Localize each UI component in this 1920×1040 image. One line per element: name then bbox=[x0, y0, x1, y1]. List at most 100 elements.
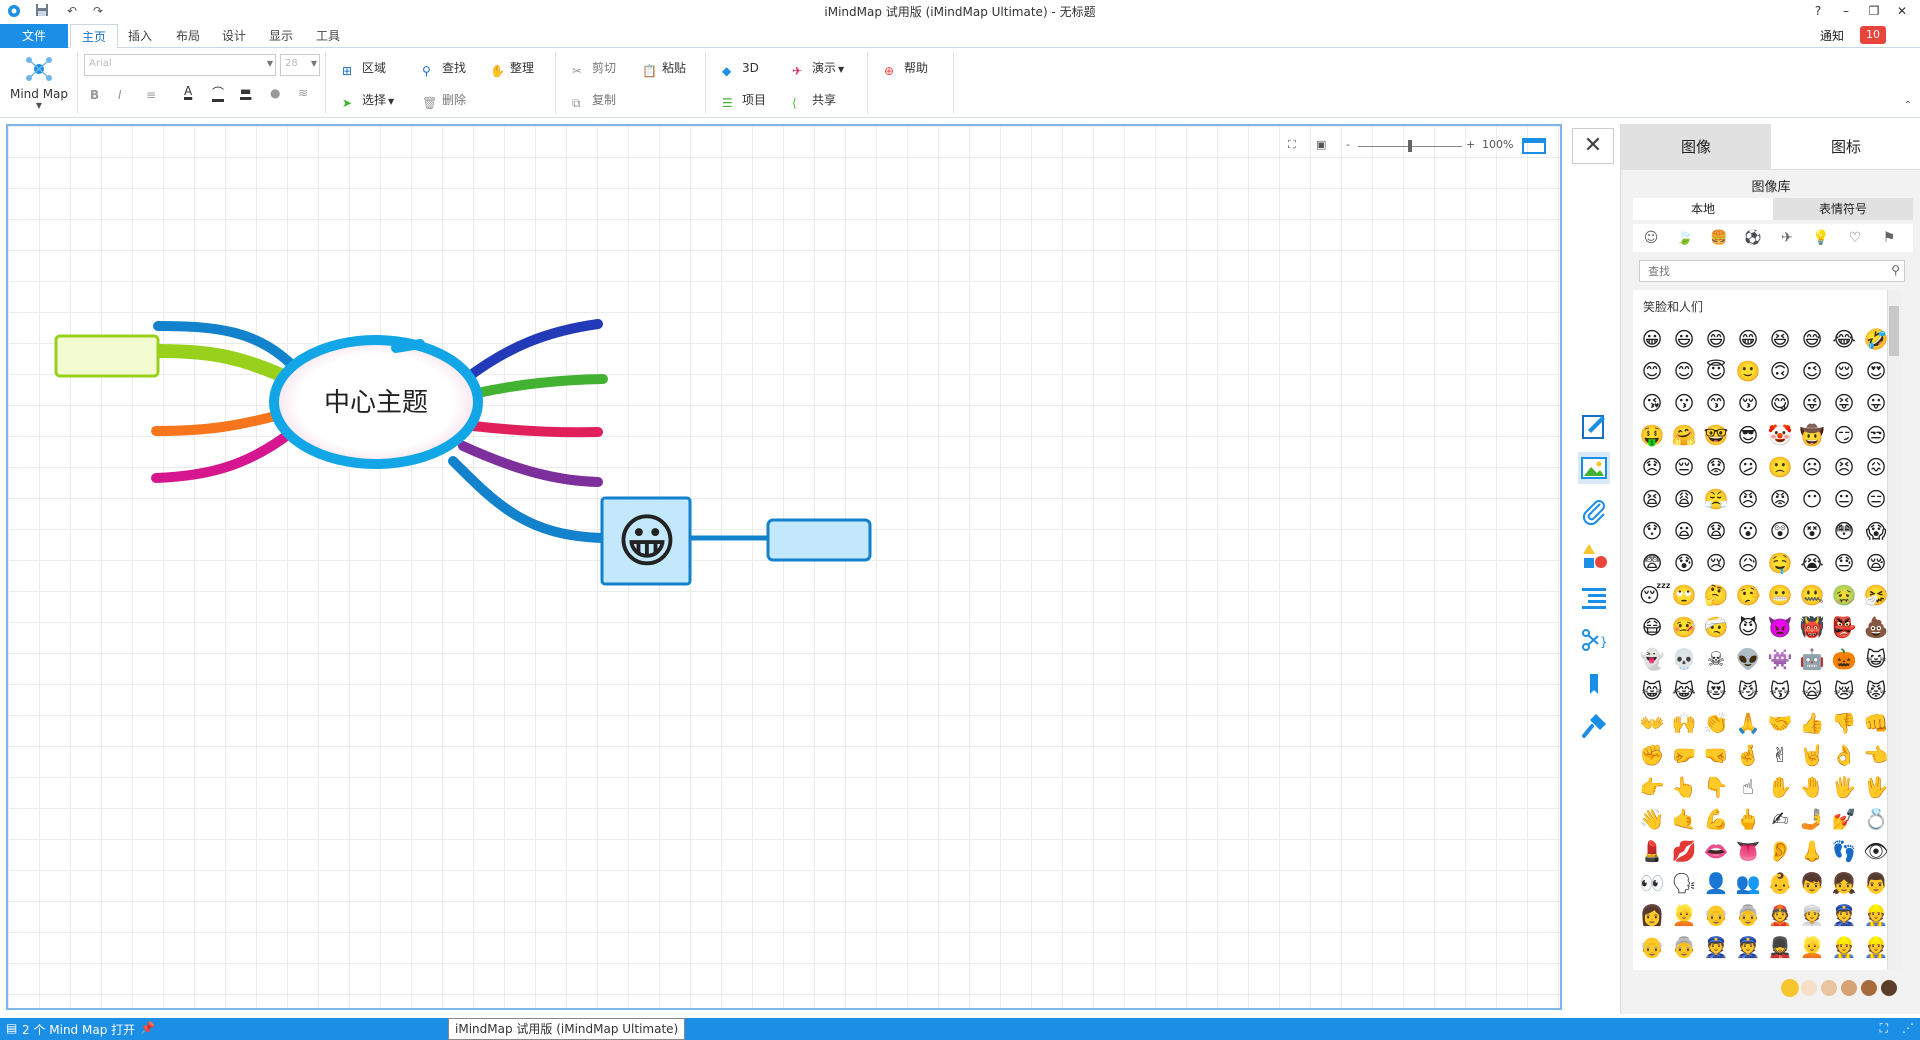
emoji-item[interactable]: 💋 bbox=[1671, 838, 1697, 864]
emoji-item[interactable]: 👺 bbox=[1831, 614, 1857, 640]
emoji-item[interactable]: 👴 bbox=[1639, 934, 1665, 960]
branch-color-icon[interactable]: ⌒ bbox=[212, 84, 224, 101]
search-icon[interactable]: ⚲ bbox=[1891, 263, 1900, 277]
emoji-item[interactable]: 😜 bbox=[1799, 390, 1825, 416]
emoji-item[interactable]: 🖕 bbox=[1735, 806, 1761, 832]
emoji-item[interactable]: 😥 bbox=[1735, 550, 1761, 576]
emoji-item[interactable]: 🤛 bbox=[1671, 742, 1697, 768]
emoji-item[interactable]: 🤙 bbox=[1671, 806, 1697, 832]
emoji-item[interactable]: 🤢 bbox=[1831, 582, 1857, 608]
help-button[interactable]: ? bbox=[1808, 2, 1828, 20]
emoji-item[interactable]: 👉 bbox=[1639, 774, 1665, 800]
format-painter-icon[interactable] bbox=[1578, 710, 1610, 742]
emoji-item[interactable]: 😟 bbox=[1703, 454, 1729, 480]
emoji-item[interactable]: 👏 bbox=[1703, 710, 1729, 736]
emoji-item[interactable]: 👱 bbox=[1671, 902, 1697, 928]
emoji-item[interactable]: 😧 bbox=[1703, 518, 1729, 544]
emoji-item[interactable]: 🤑 bbox=[1639, 422, 1665, 448]
clear-format-icon[interactable]: ≋ bbox=[298, 86, 308, 100]
emoji-item[interactable]: 🤘 bbox=[1799, 742, 1825, 768]
emoji-item[interactable]: ✊ bbox=[1639, 742, 1665, 768]
copy-button[interactable]: ⧉ 复制 bbox=[572, 90, 616, 110]
emoji-item[interactable]: 😯 bbox=[1639, 518, 1665, 544]
emoji-item[interactable]: ☝ bbox=[1735, 774, 1761, 800]
emoji-item[interactable]: 😤 bbox=[1703, 486, 1729, 512]
emoji-item[interactable]: 💪 bbox=[1703, 806, 1729, 832]
emoji-item[interactable]: 😼 bbox=[1735, 678, 1761, 704]
select-button[interactable]: ➤ 选择 ▼ bbox=[342, 90, 394, 110]
tab-view[interactable]: 显示 bbox=[261, 24, 301, 48]
emoji-item[interactable]: 😬 bbox=[1767, 582, 1793, 608]
emoji-item[interactable]: 😶 bbox=[1799, 486, 1825, 512]
emoji-item[interactable]: 👥 bbox=[1735, 870, 1761, 896]
shape-icon[interactable]: ● bbox=[270, 86, 280, 100]
category-symbols-icon[interactable]: ♡ bbox=[1845, 228, 1865, 248]
help-ribbon-button[interactable]: ⊕ 帮助 bbox=[884, 58, 928, 78]
emoji-item[interactable]: 😇 bbox=[1703, 358, 1729, 384]
emoji-item[interactable]: 😔 bbox=[1671, 454, 1697, 480]
tab-image[interactable]: 图像 bbox=[1621, 124, 1771, 170]
emoji-item[interactable]: 👈 bbox=[1863, 742, 1889, 768]
emoji-item[interactable]: 👽 bbox=[1735, 646, 1761, 672]
emoji-item[interactable]: 👣 bbox=[1831, 838, 1857, 864]
emoji-item[interactable]: 😈 bbox=[1735, 614, 1761, 640]
outline-icon[interactable] bbox=[1578, 582, 1610, 614]
emoji-item[interactable]: 😮 bbox=[1735, 518, 1761, 544]
emoji-item[interactable]: 😙 bbox=[1703, 390, 1729, 416]
emoji-item[interactable]: 👧 bbox=[1831, 870, 1857, 896]
emoji-item[interactable]: 😖 bbox=[1863, 454, 1889, 480]
emoji-item[interactable]: 😝 bbox=[1831, 390, 1857, 416]
edit-notes-icon[interactable] bbox=[1578, 410, 1610, 442]
skin-tone-swatch[interactable] bbox=[1841, 980, 1857, 996]
emoji-item[interactable]: 👱 bbox=[1799, 934, 1825, 960]
emoji-item[interactable]: 😊 bbox=[1639, 358, 1665, 384]
emoji-item[interactable]: 😂 bbox=[1831, 326, 1857, 352]
emoji-item[interactable]: 😰 bbox=[1671, 550, 1697, 576]
emoji-item[interactable]: 😨 bbox=[1639, 550, 1665, 576]
emoji-item[interactable]: 😴 bbox=[1639, 582, 1671, 608]
scissors-brace-icon[interactable]: } bbox=[1578, 624, 1610, 656]
organize-button[interactable]: ✋ 整理 bbox=[490, 58, 534, 78]
emoji-item[interactable]: 😚 bbox=[1735, 390, 1761, 416]
italic-icon[interactable]: I bbox=[118, 88, 122, 102]
emoji-item[interactable]: 😎 bbox=[1735, 422, 1761, 448]
project-button[interactable]: ☰ 项目 bbox=[722, 90, 766, 110]
emoji-item[interactable]: 😃 bbox=[1671, 326, 1697, 352]
emoji-item[interactable]: 😀 bbox=[1639, 326, 1665, 352]
emoji-item[interactable]: 💂 bbox=[1767, 934, 1793, 960]
emoji-item[interactable]: 🤤 bbox=[1767, 550, 1793, 576]
tab-insert[interactable]: 插入 bbox=[120, 24, 160, 48]
emoji-item[interactable]: 🤞 bbox=[1735, 742, 1761, 768]
emoji-item[interactable]: 😩 bbox=[1671, 486, 1697, 512]
emoji-item[interactable]: 😷 bbox=[1639, 614, 1665, 640]
emoji-item[interactable]: 😋 bbox=[1767, 390, 1793, 416]
branch-right-blue[interactable] bbox=[458, 319, 603, 386]
emoji-item[interactable]: 👃 bbox=[1799, 838, 1825, 864]
emoji-item[interactable]: 😉 bbox=[1799, 358, 1825, 384]
emoji-item[interactable]: 💀 bbox=[1671, 646, 1697, 672]
fill-color-icon[interactable]: ▬ bbox=[240, 84, 251, 98]
emoji-item[interactable]: 👩 bbox=[1639, 902, 1665, 928]
emoji-item[interactable]: 😑 bbox=[1863, 486, 1889, 512]
emoji-item[interactable]: 👦 bbox=[1799, 870, 1825, 896]
tab-icon[interactable]: 图标 bbox=[1771, 124, 1920, 170]
emoji-item[interactable]: 🗣 bbox=[1671, 870, 1697, 896]
emoji-item[interactable]: 😿 bbox=[1831, 678, 1857, 704]
emoji-item[interactable]: 🙄 bbox=[1671, 582, 1697, 608]
tab-tools[interactable]: 工具 bbox=[308, 24, 348, 48]
emoji-item[interactable]: 👊 bbox=[1863, 710, 1889, 736]
emoji-item[interactable]: 👾 bbox=[1767, 646, 1793, 672]
emoji-item[interactable]: 😡 bbox=[1767, 486, 1793, 512]
emoji-item[interactable]: 😏 bbox=[1831, 422, 1857, 448]
emoji-item[interactable]: ☠ bbox=[1703, 646, 1729, 672]
branch-left-magenta[interactable] bbox=[151, 426, 298, 483]
category-travel-icon[interactable]: ✈ bbox=[1777, 228, 1797, 248]
emoji-item[interactable]: 👨 bbox=[1863, 870, 1889, 896]
emoji-item[interactable]: 😁 bbox=[1735, 326, 1761, 352]
emoji-item[interactable]: 👂 bbox=[1767, 838, 1793, 864]
emoji-item[interactable]: 🤒 bbox=[1671, 614, 1697, 640]
emoji-item[interactable]: 😻 bbox=[1703, 678, 1729, 704]
notifications-label[interactable]: 通知 bbox=[1820, 27, 1844, 44]
category-food-icon[interactable]: 🍔 bbox=[1709, 228, 1729, 248]
emoji-item[interactable]: 👎 bbox=[1831, 710, 1857, 736]
